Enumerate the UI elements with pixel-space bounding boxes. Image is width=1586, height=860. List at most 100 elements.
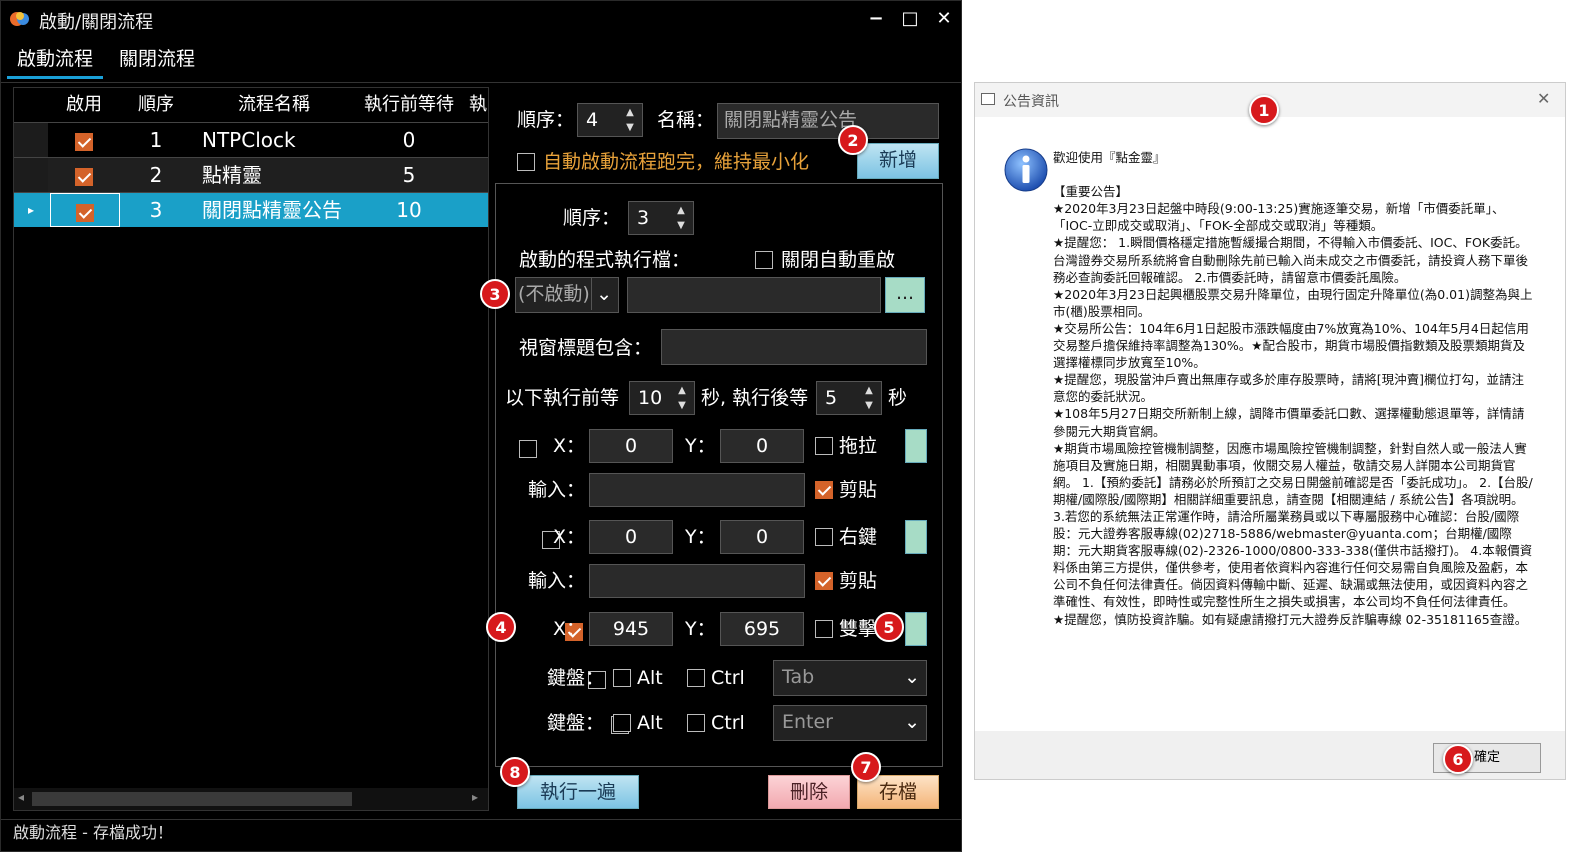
tab-close-flow[interactable]: 關閉流程 — [109, 39, 205, 79]
step-badge-4: 4 — [486, 612, 516, 642]
row-wait: 0 — [402, 128, 416, 152]
kb2-ctrl-checkbox[interactable]: Ctrl — [687, 708, 757, 738]
kb2-key-select[interactable]: Enter ⌄ — [773, 705, 927, 741]
spin-down-icon[interactable]: ▼ — [673, 219, 689, 233]
action1-x-input[interactable]: 0 — [589, 429, 673, 463]
browse-button[interactable]: ... — [885, 277, 925, 313]
kb1-ctrl-checkbox[interactable]: Ctrl — [687, 663, 757, 693]
dialog-title: 公告資訊 — [1003, 94, 1059, 110]
row-enabled-checkbox[interactable] — [50, 193, 120, 227]
grid-corner — [14, 88, 48, 122]
row-order: 2 — [149, 163, 163, 187]
delete-button[interactable]: 刪除 — [768, 775, 850, 809]
spin-up-icon[interactable]: ▲ — [674, 384, 690, 398]
action2-y-input[interactable]: 0 — [720, 520, 804, 554]
row-enabled-checkbox[interactable] — [54, 123, 114, 157]
spin-up-icon[interactable]: ▲ — [673, 204, 689, 218]
wait-after-value: 5 — [825, 387, 838, 409]
close-button[interactable]: ✕ — [929, 5, 959, 33]
alt-label: Alt — [637, 667, 663, 689]
col-header-name[interactable]: 流程名稱 — [204, 88, 344, 122]
step-badge-6: 6 — [1443, 744, 1473, 774]
drag-checkbox[interactable]: 拖拉 — [815, 431, 895, 461]
wait-after-spinner[interactable]: 5 ▲ ▼ — [816, 381, 882, 415]
input-label: 輸入： — [528, 570, 586, 592]
chevron-down-icon[interactable]: ⌄ — [904, 706, 920, 738]
paste2-checkbox[interactable]: 剪貼 — [815, 566, 895, 596]
table-row-selected[interactable]: ▸ 3 關閉點精靈公告 10 — [14, 192, 488, 227]
step-badge-1: 1 — [1249, 95, 1279, 125]
wait-before-spinner[interactable]: 10 ▲ ▼ — [629, 381, 695, 415]
action1-enable-checkbox[interactable] — [519, 439, 537, 458]
maximize-button[interactable]: □ — [895, 5, 925, 33]
app-logo-icon — [10, 12, 29, 26]
order-spinner[interactable]: 4 ▲ ▼ — [577, 103, 643, 137]
window-icon — [981, 93, 995, 105]
exe-combo[interactable]: (不啟動) ⌄ — [515, 277, 619, 313]
spin-down-icon[interactable]: ▼ — [622, 121, 638, 135]
table-row[interactable]: 1 NTPClock 0 — [14, 122, 488, 157]
seconds-label: 秒 — [888, 387, 908, 409]
col-header-order[interactable]: 順序 — [126, 88, 186, 122]
row-enabled-checkbox[interactable] — [54, 158, 114, 192]
keyboard-label: 鍵盤： — [547, 667, 605, 689]
row-order: 1 — [149, 128, 163, 152]
close-auto-restart-checkbox[interactable]: 關閉自動重啟 — [755, 245, 915, 275]
run-once-button[interactable]: 執行一遍 — [517, 775, 639, 809]
kb2-alt-checkbox[interactable]: Alt — [613, 708, 673, 738]
ctrl-label: Ctrl — [711, 712, 745, 734]
row-order: 3 — [149, 198, 163, 222]
action3-y-input[interactable]: 695 — [720, 612, 804, 646]
action3-capture-button[interactable] — [905, 612, 927, 646]
wait-after-label: 秒, 執行後等 — [701, 387, 809, 409]
action2-capture-button[interactable] — [905, 520, 927, 554]
double-click-label: 雙擊 — [839, 618, 878, 640]
action2-x-input[interactable]: 0 — [589, 520, 673, 554]
window-title-input[interactable] — [661, 329, 927, 365]
close-auto-restart-label: 關閉自動重啟 — [781, 249, 896, 271]
chevron-down-icon[interactable]: ⌄ — [591, 278, 612, 310]
x-label: X： — [553, 435, 586, 457]
table-row[interactable]: 2 點精靈 5 — [14, 157, 488, 192]
row-header[interactable] — [14, 158, 48, 192]
action3-x-input[interactable]: 945 — [589, 612, 673, 646]
scroll-left-icon[interactable]: ◂ — [18, 790, 24, 804]
action1-y-input[interactable]: 0 — [720, 429, 804, 463]
spin-down-icon[interactable]: ▼ — [674, 399, 690, 413]
scroll-right-icon[interactable]: ▸ — [472, 790, 478, 804]
paste1-label: 剪貼 — [839, 479, 878, 501]
add-button[interactable]: 新增 — [857, 143, 939, 179]
right-click-checkbox[interactable]: 右鍵 — [815, 522, 895, 552]
action1-capture-button[interactable] — [905, 429, 927, 463]
paste1-checkbox[interactable]: 剪貼 — [815, 475, 895, 505]
right-click-label: 右鍵 — [839, 526, 878, 548]
spin-up-icon[interactable]: ▲ — [622, 106, 638, 120]
spin-up-icon[interactable]: ▲ — [861, 384, 877, 398]
col-header-wait[interactable]: 執行前等待 — [354, 88, 464, 122]
alt-label: Alt — [637, 712, 663, 734]
y-label: Y： — [685, 435, 716, 457]
horizontal-scrollbar[interactable]: ◂ ▸ — [14, 788, 488, 810]
chevron-down-icon[interactable]: ⌄ — [904, 661, 920, 693]
kb1-key-select[interactable]: Tab ⌄ — [773, 660, 927, 696]
exe-path-input[interactable] — [627, 277, 881, 313]
tab-start-flow[interactable]: 啟動流程 — [7, 39, 104, 79]
auto-minimize-checkbox[interactable]: 自動啟動流程跑完，維持最小化 — [517, 147, 847, 177]
minimize-button[interactable]: − — [861, 5, 891, 33]
row-header[interactable] — [14, 123, 48, 157]
row-wait: 5 — [402, 163, 416, 187]
dialog-close-button[interactable]: ✕ — [1537, 89, 1550, 108]
scrollbar-thumb[interactable] — [32, 792, 352, 806]
window-title: 啟動/關閉流程 — [39, 12, 154, 33]
spin-down-icon[interactable]: ▼ — [861, 399, 877, 413]
flow-name-input[interactable]: 關閉點精靈公告 — [717, 103, 939, 139]
row-name: NTPClock — [202, 128, 296, 152]
col-header-more[interactable]: 執 — [468, 88, 488, 122]
flow-grid[interactable]: 啟用 順序 流程名稱 執行前等待 執 1 NTPClock 0 2 點精靈 5 … — [13, 87, 489, 811]
action2-text-input[interactable] — [589, 564, 805, 598]
kb1-alt-checkbox[interactable]: Alt — [613, 663, 673, 693]
action1-text-input[interactable] — [589, 473, 805, 507]
wait-before-value: 10 — [638, 387, 663, 409]
col-header-enabled[interactable]: 啟用 — [54, 88, 114, 122]
detail-order-spinner[interactable]: 3 ▲ ▼ — [628, 201, 694, 235]
